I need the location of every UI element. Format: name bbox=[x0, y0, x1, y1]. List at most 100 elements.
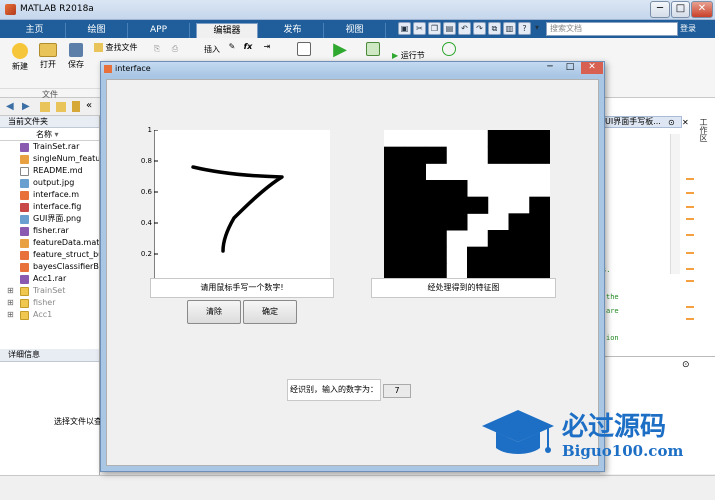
y-tick-label: 0.2 bbox=[140, 250, 152, 258]
details-panel: 详细信息 选择文件以查 bbox=[0, 349, 102, 475]
feature-cell bbox=[446, 213, 468, 231]
run-time-icon[interactable] bbox=[440, 42, 458, 56]
folder-row[interactable]: ⊞ Acc1 bbox=[0, 309, 99, 321]
new-button[interactable]: 新建 bbox=[8, 43, 32, 72]
handwriting-canvas[interactable] bbox=[153, 129, 330, 280]
find-files-button[interactable]: 查找文件 bbox=[94, 42, 142, 53]
editor-scrollbar[interactable] bbox=[670, 134, 680, 274]
feature-cell bbox=[487, 246, 509, 264]
close-button[interactable]: ✕ bbox=[691, 1, 713, 18]
breakpoints-icon[interactable] bbox=[295, 42, 313, 56]
file-row[interactable]: singleNum_featu bbox=[0, 153, 99, 165]
feature-cell bbox=[529, 196, 551, 214]
feature-cell bbox=[404, 196, 426, 214]
qat-dropdown-icon[interactable]: ▾ bbox=[533, 22, 541, 35]
fig-icon bbox=[20, 203, 29, 212]
layout-icon[interactable]: ▥ bbox=[503, 22, 516, 35]
rar-icon bbox=[20, 275, 29, 284]
file-row[interactable]: interface.m bbox=[0, 189, 99, 201]
command-menu-icon[interactable]: ⊙ bbox=[682, 360, 690, 370]
feature-cell bbox=[384, 246, 406, 264]
folder-row[interactable]: ⊞ TrainSet bbox=[0, 285, 99, 297]
save-icon[interactable]: ▣ bbox=[398, 22, 411, 35]
workspace-label[interactable]: 工作区 bbox=[696, 118, 709, 150]
insert-button[interactable]: 插入 bbox=[203, 44, 221, 55]
tab-view[interactable]: 视图 bbox=[324, 23, 386, 38]
column-name-header[interactable]: 名称 ▾ bbox=[0, 128, 99, 141]
y-tick-label: 0.4 bbox=[140, 219, 152, 227]
details-title: 详细信息 bbox=[0, 349, 99, 362]
feature-cell bbox=[425, 230, 447, 248]
undo-icon[interactable]: ↶ bbox=[458, 22, 471, 35]
back-icon[interactable]: ◀ bbox=[6, 101, 14, 112]
feature-cell bbox=[425, 246, 447, 264]
folder-icon bbox=[20, 287, 29, 296]
save-button[interactable]: 保存 bbox=[64, 43, 88, 70]
feature-cell bbox=[384, 196, 406, 214]
run-advance-icon[interactable] bbox=[364, 42, 382, 56]
expand-icon[interactable]: ⊞ bbox=[7, 309, 14, 321]
figure-maximize-button[interactable]: □ bbox=[561, 62, 579, 74]
expand-icon[interactable]: ⊞ bbox=[7, 297, 14, 309]
open-button[interactable]: 打开 bbox=[36, 43, 60, 70]
fx-button[interactable]: fx bbox=[242, 42, 254, 51]
print-icon[interactable]: ⎙ bbox=[168, 44, 182, 54]
comment-icon[interactable]: ✎ bbox=[226, 42, 238, 51]
expand-icon[interactable]: ⊞ bbox=[7, 285, 14, 297]
figure-minimize-button[interactable]: ─ bbox=[541, 62, 559, 74]
file-row[interactable]: TrainSet.rar bbox=[0, 141, 99, 153]
graduation-cap-icon bbox=[482, 410, 554, 454]
login-button[interactable]: 登录 bbox=[680, 22, 710, 36]
search-input[interactable]: 搜索文档 bbox=[546, 22, 678, 36]
tab-close-icon[interactable]: ✕ bbox=[682, 118, 689, 127]
file-row[interactable]: output.jpg bbox=[0, 177, 99, 189]
file-row[interactable]: GUI界面.png bbox=[0, 213, 99, 225]
tab-plots[interactable]: 绘图 bbox=[66, 23, 128, 38]
paste-icon[interactable]: ▤ bbox=[443, 22, 456, 35]
result-value-field[interactable]: 7 bbox=[383, 384, 411, 398]
feature-cell bbox=[529, 230, 551, 248]
image-icon bbox=[20, 179, 29, 188]
tab-home[interactable]: 主页 bbox=[4, 23, 66, 38]
forward-icon[interactable]: ▶ bbox=[22, 101, 30, 112]
copy-icon[interactable]: ❐ bbox=[428, 22, 441, 35]
feature-map-label: 经处理得到的特征图 bbox=[371, 278, 556, 298]
figure-close-button[interactable]: ✕ bbox=[581, 62, 603, 74]
indent-icon[interactable]: ⇥ bbox=[258, 42, 276, 51]
file-row[interactable]: feature_struct_bu bbox=[0, 249, 99, 261]
file-row[interactable]: README.md bbox=[0, 165, 99, 177]
folder-icon bbox=[20, 299, 29, 308]
run-section-icon: ▶ bbox=[392, 51, 399, 60]
path-overflow-icon[interactable]: « bbox=[86, 100, 92, 111]
feature-cell bbox=[508, 246, 530, 264]
maximize-button[interactable]: □ bbox=[671, 1, 690, 18]
feature-cell bbox=[384, 180, 406, 198]
run-icon[interactable]: ▶ bbox=[330, 41, 350, 59]
browse-folder-icon[interactable] bbox=[56, 102, 66, 112]
run-section-button[interactable]: ▶ 运行节 bbox=[392, 50, 436, 61]
file-row[interactable]: fisher.rar bbox=[0, 225, 99, 237]
compare-icon[interactable]: ⎘ bbox=[150, 44, 164, 54]
status-bar bbox=[0, 475, 715, 500]
file-row[interactable]: featureData.mat bbox=[0, 237, 99, 249]
file-row[interactable]: bayesClassifierB bbox=[0, 261, 99, 273]
redo-icon[interactable]: ↷ bbox=[473, 22, 486, 35]
file-row[interactable]: Acc1.rar bbox=[0, 273, 99, 285]
m-file-icon bbox=[20, 191, 29, 200]
minimize-button[interactable]: ─ bbox=[650, 1, 670, 18]
tab-apps[interactable]: APP bbox=[128, 23, 190, 38]
up-folder-icon[interactable] bbox=[40, 102, 50, 112]
tab-menu-icon[interactable]: ⊙ bbox=[668, 118, 675, 127]
tab-publish[interactable]: 发布 bbox=[262, 23, 324, 38]
file-row[interactable]: interface.fig bbox=[0, 201, 99, 213]
drawing-axes[interactable] bbox=[153, 129, 330, 280]
help-icon[interactable]: ? bbox=[518, 22, 531, 35]
switch-windows-icon[interactable]: ⧉ bbox=[488, 22, 501, 35]
feature-cell bbox=[384, 163, 406, 181]
figure-title-bar: interface ─ □ ✕ bbox=[101, 62, 604, 76]
folder-row[interactable]: ⊞ fisher bbox=[0, 297, 99, 309]
cut-icon[interactable]: ✂ bbox=[413, 22, 426, 35]
clear-button[interactable]: 清除 bbox=[187, 300, 241, 324]
ok-button[interactable]: 确定 bbox=[243, 300, 297, 324]
tab-editor[interactable]: 编辑器 bbox=[196, 23, 258, 38]
